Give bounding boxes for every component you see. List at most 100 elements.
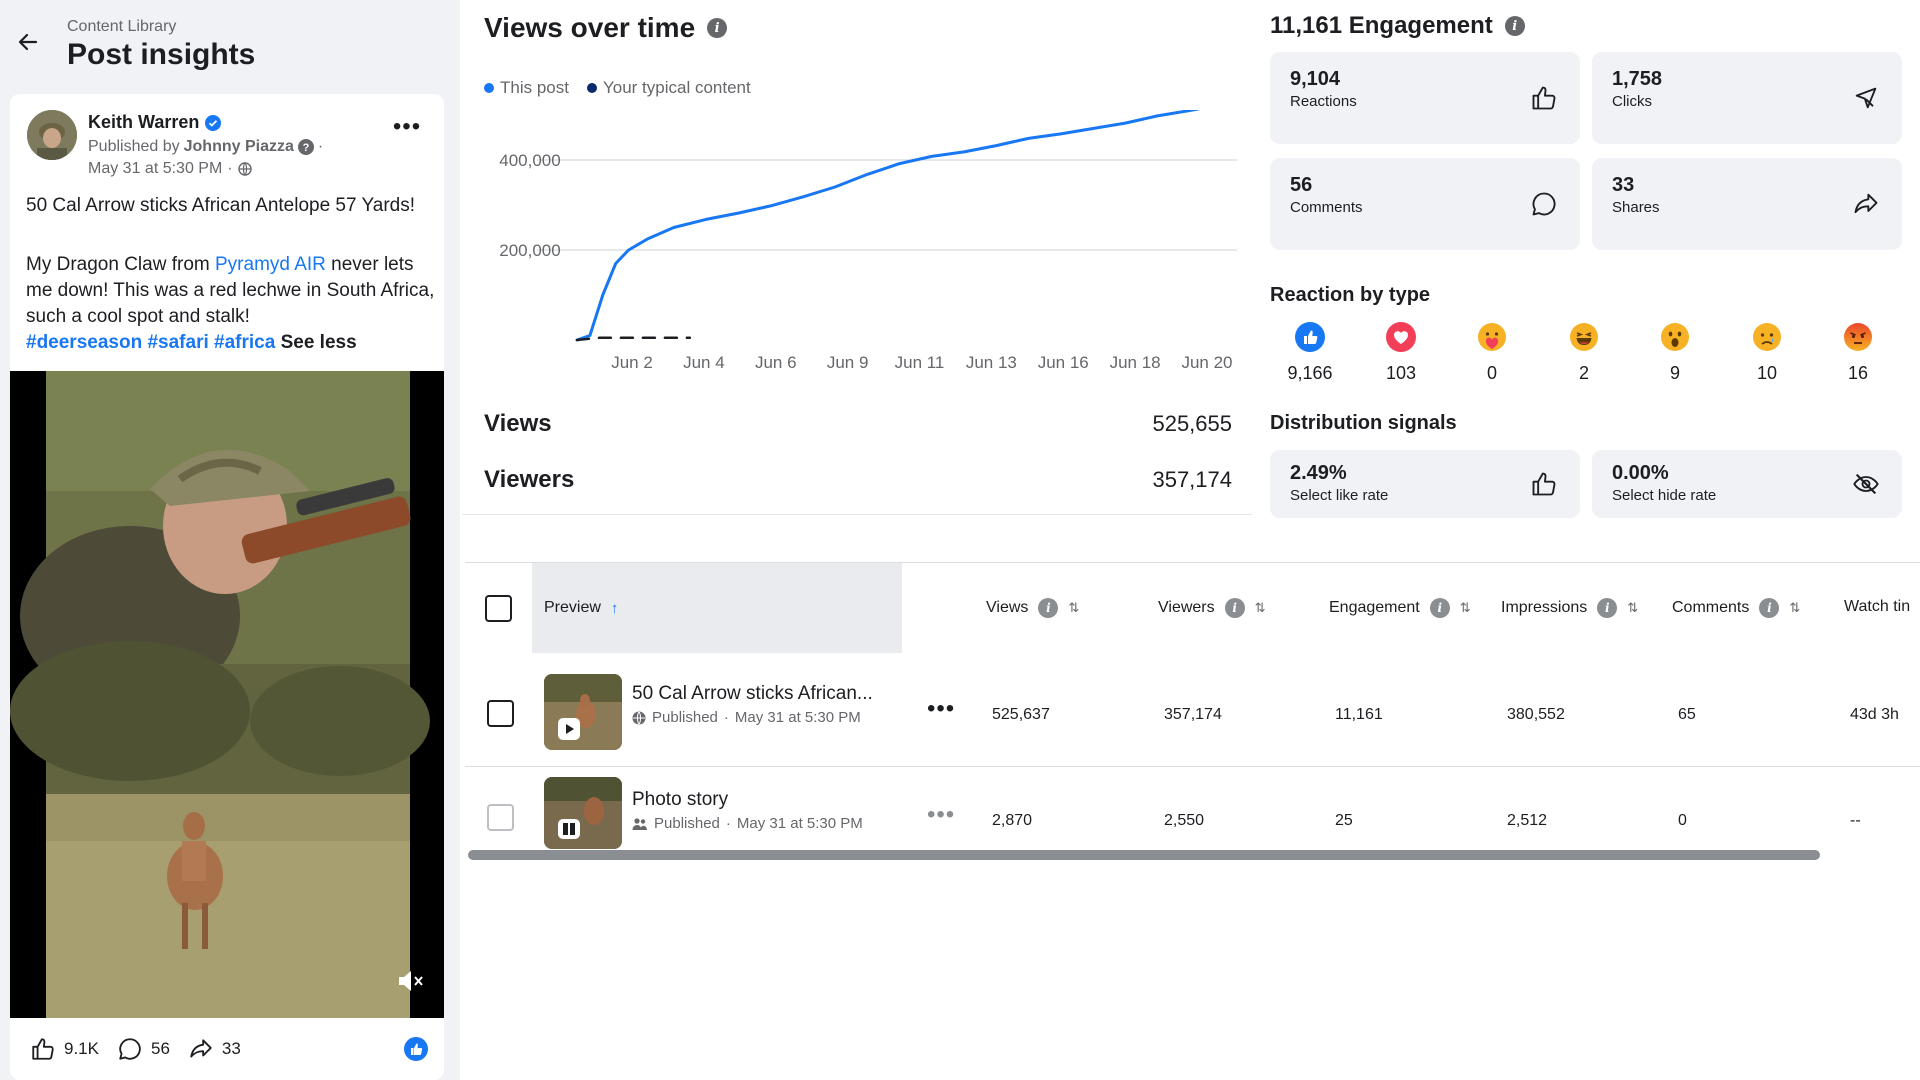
- comments-value: 56: [1290, 174, 1313, 196]
- x-tick-label: Jun 20: [1181, 353, 1232, 372]
- info-icon[interactable]: i: [1038, 598, 1059, 618]
- info-icon[interactable]: i: [1504, 16, 1525, 36]
- published-prefix: Published by: [88, 138, 180, 155]
- row-meta: Published · May 31 at 5:30 PM: [632, 815, 863, 832]
- legend-item[interactable]: Your typical content: [586, 78, 751, 98]
- row-more-options-icon[interactable]: •••: [927, 695, 955, 723]
- series-line: [575, 336, 692, 342]
- photo-story-thumbnail-image: [544, 777, 622, 849]
- legend-label: Your typical content: [602, 78, 751, 97]
- reaction-count: 9: [1669, 363, 1680, 383]
- author-name[interactable]: Keith Warren: [88, 112, 222, 133]
- x-tick-label: Jun 6: [755, 353, 797, 372]
- row-checkbox[interactable]: [487, 700, 514, 727]
- hide-rate-value: 0.00%: [1612, 462, 1669, 484]
- cell-impressions: 380,552: [1507, 706, 1565, 723]
- avatar[interactable]: [27, 110, 77, 160]
- views-over-time-card: Views over time i This post Your typical…: [462, 0, 1252, 515]
- mute-icon[interactable]: [395, 967, 425, 995]
- hashtag-link[interactable]: #safari: [147, 332, 208, 353]
- comment-icon: [119, 1038, 141, 1060]
- verified-badge-icon: [205, 114, 222, 131]
- post-thumbnail[interactable]: [544, 674, 622, 750]
- reaction-count: 16: [1847, 363, 1869, 383]
- see-less-link[interactable]: See less: [281, 332, 357, 353]
- legend-item[interactable]: This post: [484, 78, 569, 98]
- cell-viewers: 357,174: [1164, 706, 1222, 723]
- haha-reaction-icon: [1570, 323, 1598, 351]
- row-status: Published: [652, 709, 718, 726]
- sort-icon: ⇅: [1459, 600, 1471, 615]
- impressions-column-header[interactable]: Impressions i ⇅: [1501, 598, 1638, 618]
- like-action[interactable]: 9.1K: [30, 1036, 99, 1062]
- share-icon: [1854, 193, 1878, 214]
- y-tick-label: 200,000: [499, 241, 560, 260]
- select-all-checkbox[interactable]: [485, 595, 512, 622]
- hashtag-link[interactable]: #africa: [214, 332, 275, 353]
- row-checkbox[interactable]: [487, 804, 514, 831]
- post-date[interactable]: May 31 at 5:30 PM: [88, 160, 222, 178]
- help-icon[interactable]: ?: [297, 139, 314, 155]
- cell-comments: 65: [1678, 706, 1696, 723]
- x-tick-label: Jun 4: [683, 353, 725, 372]
- post-thumbnail[interactable]: [544, 777, 622, 849]
- x-tick-label: Jun 9: [827, 353, 869, 372]
- cell-comments: 0: [1678, 812, 1687, 829]
- post-panel: Content Library Post insights Keith Warr…: [0, 0, 460, 1080]
- table-header-row: Preview ↑ Views i ⇅ Viewers i ⇅ Engagement i ⇅…: [465, 563, 1920, 653]
- reaction-care: 0: [1457, 322, 1527, 384]
- share-icon: [190, 1039, 212, 1058]
- engagement-header-label: Engagement: [1329, 599, 1420, 616]
- comments-column-header[interactable]: Comments i ⇅: [1672, 598, 1800, 618]
- clicks-card[interactable]: 1,758 Clicks: [1592, 52, 1902, 144]
- engagement-title-text: 11,161 Engagement: [1270, 12, 1493, 39]
- row-more-options-icon[interactable]: •••: [927, 801, 955, 829]
- share-action[interactable]: 33: [188, 1036, 241, 1062]
- info-icon[interactable]: i: [707, 18, 728, 38]
- engagement-column-header[interactable]: Engagement i ⇅: [1329, 598, 1471, 618]
- mention-link[interactable]: Pyramyd AIR: [215, 254, 326, 275]
- viewers-column-header[interactable]: Viewers i ⇅: [1158, 598, 1266, 618]
- post-card: Keith Warren Published by Johnny Piazza …: [10, 94, 444, 1080]
- sort-ascending-icon: ↑: [610, 599, 619, 617]
- table-row[interactable]: Photo story Published · May 31 at 5:30 P…: [465, 769, 1920, 849]
- row-title[interactable]: Photo story: [632, 789, 728, 811]
- shares-card[interactable]: 33 Shares: [1592, 158, 1902, 250]
- like-rate-card[interactable]: 2.49% Select like rate: [1270, 450, 1580, 518]
- thumbs-up-icon: [32, 1038, 54, 1060]
- x-tick-label: Jun 11: [895, 353, 945, 372]
- globe-icon: [237, 162, 252, 176]
- post-video[interactable]: [10, 371, 444, 1018]
- friends-icon: [632, 817, 647, 830]
- views-value: 525,655: [1152, 411, 1232, 436]
- table-row[interactable]: 50 Cal Arrow sticks African... Published…: [465, 663, 1920, 767]
- comment-action[interactable]: 56: [117, 1036, 170, 1062]
- comment-icon: [1532, 192, 1556, 216]
- watch-time-column-header[interactable]: Watch tin: [1844, 598, 1910, 616]
- watch-time-header-label: Watch tin: [1844, 598, 1911, 615]
- post-more-options-icon[interactable]: •••: [390, 115, 424, 146]
- reactions-value: 9,104: [1290, 68, 1341, 90]
- video-frame: [10, 371, 444, 1018]
- info-icon[interactable]: i: [1759, 598, 1780, 618]
- info-icon[interactable]: i: [1224, 598, 1245, 618]
- comments-card[interactable]: 56 Comments: [1270, 158, 1580, 250]
- legend-dot-icon: [586, 83, 597, 93]
- hide-rate-card[interactable]: 0.00% Select hide rate: [1592, 450, 1902, 518]
- horizontal-scrollbar[interactable]: [468, 850, 1820, 860]
- preview-column-header[interactable]: Preview ↑: [532, 563, 902, 653]
- reactions-card[interactable]: 9,104 Reactions: [1270, 52, 1580, 144]
- views-column-header[interactable]: Views i ⇅: [986, 598, 1079, 618]
- info-icon[interactable]: i: [1597, 598, 1618, 618]
- hide-rate-label: Select hide rate: [1612, 487, 1717, 504]
- views-header-label: Views: [986, 599, 1029, 616]
- row-status: Published: [654, 815, 720, 832]
- publisher-name[interactable]: Johnny Piazza: [184, 138, 294, 156]
- hashtag-link[interactable]: #deerseason: [26, 332, 142, 353]
- reaction-count: 2: [1578, 363, 1589, 383]
- info-icon[interactable]: i: [1429, 598, 1450, 618]
- x-tick-label: Jun 16: [1038, 353, 1089, 372]
- back-arrow-icon[interactable]: [14, 28, 42, 56]
- author-name-text[interactable]: Keith Warren: [88, 112, 199, 133]
- row-title[interactable]: 50 Cal Arrow sticks African...: [632, 683, 873, 705]
